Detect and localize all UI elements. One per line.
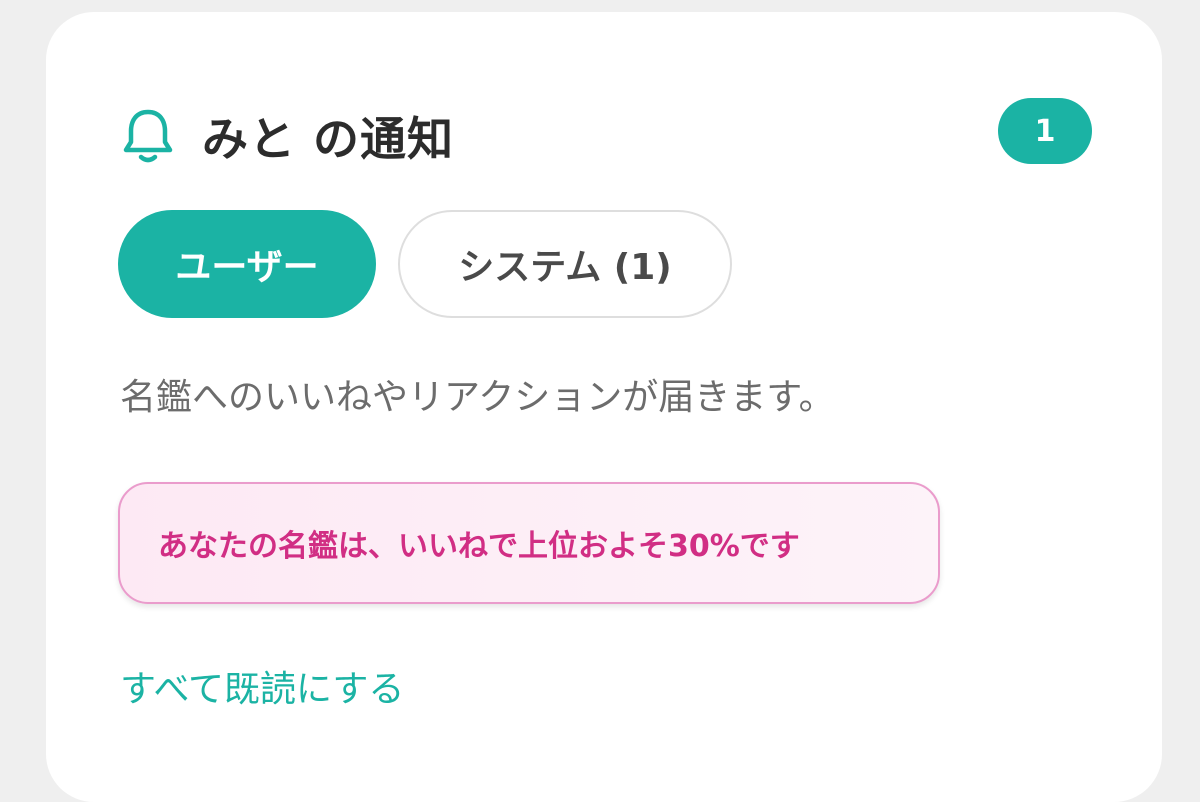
mark-all-read-link[interactable]: すべて既読にする [120,660,404,712]
notification-text: あなたの名鑑は、いいねで上位およそ30%です [158,529,800,564]
tab-system[interactable]: システム (1) [398,210,732,318]
notification-item[interactable]: あなたの名鑑は、いいねで上位およそ30%です [118,482,940,604]
page-title: みと の通知 [202,112,455,166]
notifications-card: みと の通知 1 ユーザー システム (1) 名鑑へのいいねやリアクションが届き… [46,12,1162,802]
card-header: みと の通知 [120,94,454,178]
tab-description: 名鑑へのいいねやリアクションが届きます。 [120,377,835,418]
bell-icon [120,106,176,166]
notification-tabs: ユーザー システム (1) [118,210,732,318]
unread-count-badge: 1 [998,98,1092,164]
tab-user[interactable]: ユーザー [118,210,376,318]
